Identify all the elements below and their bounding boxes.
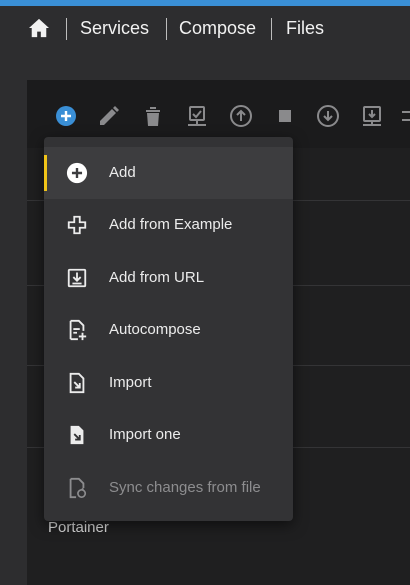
more-icon[interactable] (400, 104, 410, 128)
menu-item-import[interactable]: Import (44, 357, 293, 409)
save-download-icon[interactable] (360, 104, 384, 128)
download-icon[interactable] (316, 104, 340, 128)
nav-separator (166, 18, 167, 40)
stop-icon[interactable] (273, 104, 297, 128)
menu-item-autocompose[interactable]: Autocompose (44, 304, 293, 356)
upload-icon[interactable] (229, 104, 253, 128)
menu-item-label: Autocompose (109, 321, 201, 338)
top-nav: Services Compose Files (0, 6, 410, 54)
file-plus-icon (69, 319, 87, 341)
menu-item-label: Import one (109, 426, 181, 443)
menu-item-add[interactable]: Add (44, 147, 293, 199)
menu-item-sync-changes[interactable]: Sync changes from file (44, 462, 293, 514)
nav-link-files[interactable]: Files (286, 17, 324, 39)
home-icon[interactable] (28, 18, 50, 38)
download-box-icon (67, 268, 87, 288)
menu-item-label: Import (109, 374, 152, 391)
deploy-icon[interactable] (185, 104, 209, 128)
menu-item-import-one[interactable]: Import one (44, 409, 293, 461)
nav-link-compose[interactable]: Compose (179, 17, 256, 39)
menu-item-label: Add (109, 164, 136, 181)
menu-item-add-from-url[interactable]: Add from URL (44, 252, 293, 304)
nav-separator (66, 18, 67, 40)
delete-icon[interactable] (141, 104, 165, 128)
file-import-icon (69, 372, 85, 394)
add-cross-icon (67, 215, 87, 235)
add-circle-icon[interactable] (54, 104, 78, 128)
add-circle-icon (66, 162, 88, 184)
menu-item-add-from-example[interactable]: Add from Example (44, 199, 293, 251)
file-import-one-icon (70, 425, 84, 445)
menu-item-label: Add from Example (109, 216, 233, 233)
file-sync-icon (69, 477, 87, 499)
menu-item-label: Add from URL (109, 269, 205, 286)
nav-separator (271, 18, 272, 40)
add-dropdown-menu: Add Add from Example Add from URL Autoco… (44, 137, 293, 521)
row-label-portainer[interactable]: Portainer (48, 519, 109, 536)
selected-indicator (44, 155, 47, 191)
edit-icon[interactable] (97, 104, 121, 128)
nav-link-services[interactable]: Services (80, 17, 149, 39)
menu-item-label: Sync changes from file (109, 479, 261, 496)
